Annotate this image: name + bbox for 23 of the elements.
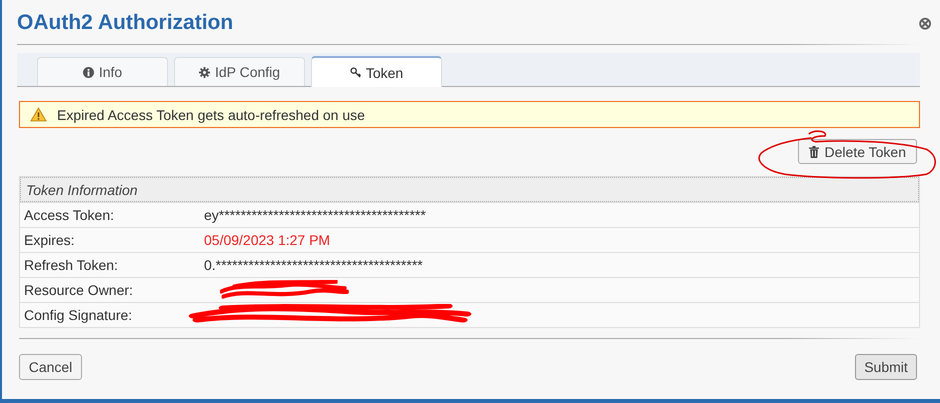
table-heading: Token Information [20,177,919,202]
tab[interactable]: Info [37,57,168,86]
field-label: Resource Owner: [23,282,134,298]
tab[interactable]: Token [311,56,442,87]
field-label: Expires: [23,232,76,248]
delete-token-button[interactable]: Delete Token [798,139,917,164]
alert-text: Expired Access Token gets auto-refreshed on use [57,106,365,122]
key-icon [350,67,361,78]
cancel-button[interactable]: Cancel [19,354,82,380]
tab[interactable]: IdP Config [174,57,305,86]
warning-icon [30,107,47,122]
field-value: ey************************************** [204,207,426,223]
submit-button[interactable]: Submit [855,354,917,380]
field-label: Refresh Token: [23,257,119,273]
close-button[interactable]: ⊗ [918,14,932,32]
info-icon [82,66,94,78]
trash-icon [808,146,819,158]
dialog-title: OAuth2 Authorization [17,11,234,35]
field-label: Access Token: [23,207,116,223]
field-value: 05/09/2023 1:27 PM [204,232,330,248]
field-value: 0.************************************** [204,257,423,273]
gear-icon [198,66,210,78]
field-label: Config Signature: [23,307,134,323]
